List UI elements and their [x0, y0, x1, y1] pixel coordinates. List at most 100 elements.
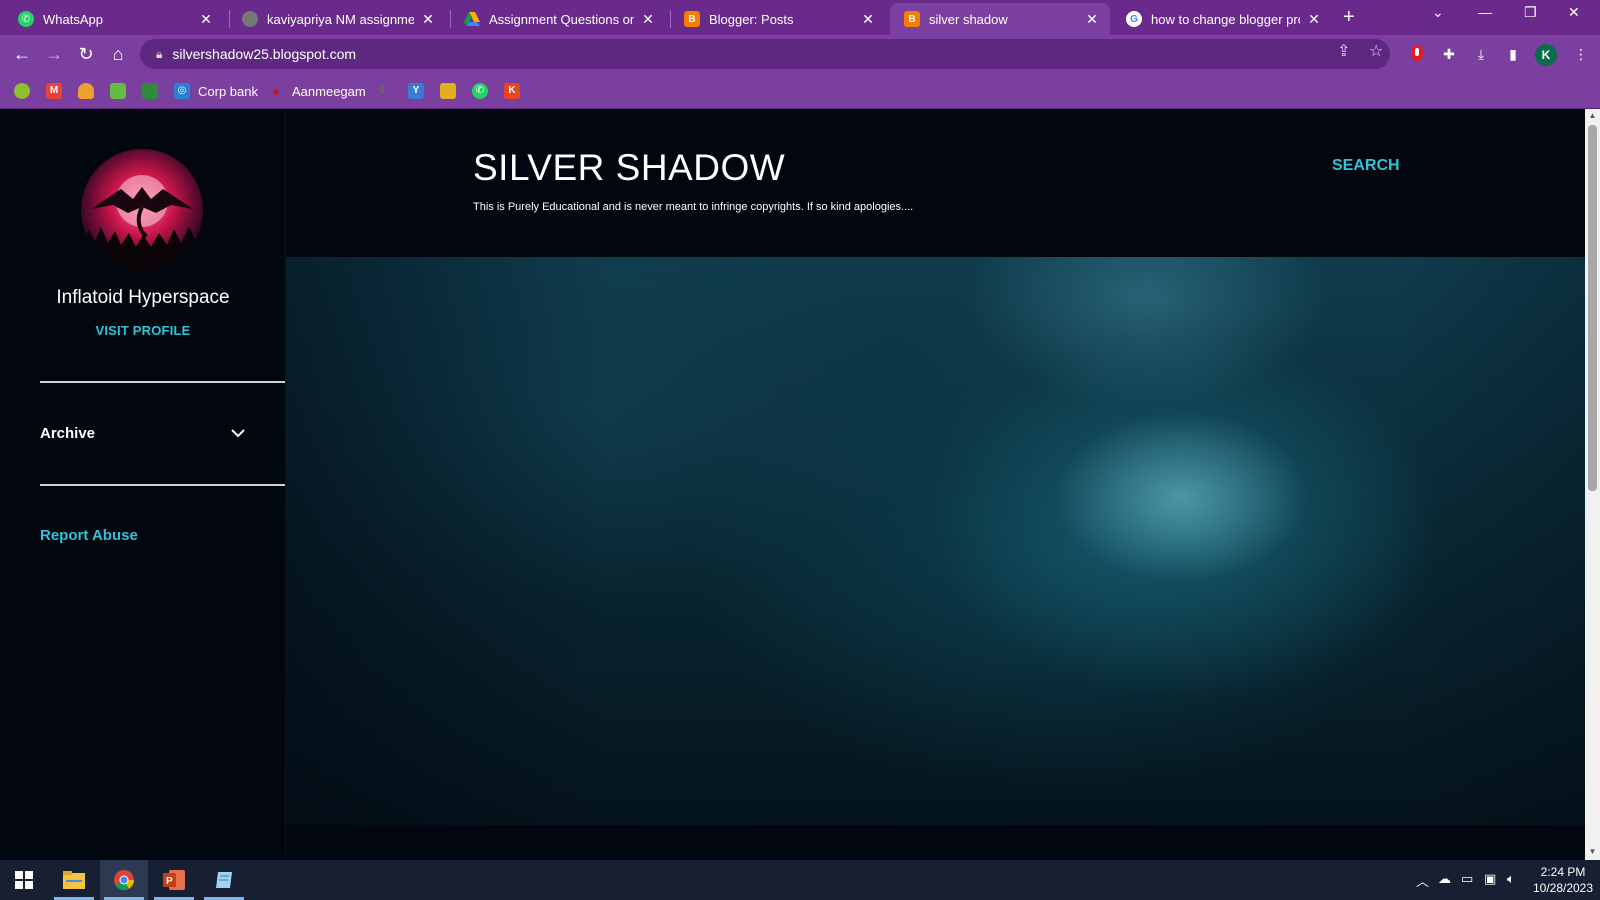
profile-avatar[interactable]: K: [1535, 44, 1557, 66]
bookmark-item[interactable]: [78, 81, 102, 101]
blogger-icon: B: [684, 11, 700, 27]
blog-page: Inflatoid Hyperspace VISIT PROFILE Archi…: [0, 109, 1585, 860]
bookmark-icon-4: [110, 83, 126, 99]
address-bar[interactable]: 🔒︎ silvershadow25.blogspot.com: [140, 39, 1390, 69]
tab-blogger-posts[interactable]: B Blogger: Posts ✕: [670, 3, 886, 35]
tab-how-to-change-blogger[interactable]: G how to change blogger profi ✕: [1112, 3, 1332, 35]
tab-assignment-questions[interactable]: Assignment Questions on Di ✕: [450, 3, 666, 35]
close-icon[interactable]: ✕: [860, 11, 876, 28]
scroll-down-arrow-icon[interactable]: ▼: [1585, 847, 1600, 856]
new-tab-button[interactable]: +: [1343, 6, 1355, 29]
archive-toggle[interactable]: Archive: [40, 425, 245, 442]
tab-title: Blogger: Posts: [709, 11, 794, 27]
taskbar-file-explorer[interactable]: [50, 860, 98, 900]
download-icon[interactable]: ⤓: [1471, 44, 1491, 64]
network-icon[interactable]: ▭: [1461, 871, 1473, 887]
bookmark-star-icon[interactable]: ☆: [1369, 41, 1383, 61]
page-scrollbar[interactable]: ▲ ▼: [1585, 109, 1600, 860]
hero-shade: [286, 257, 1585, 825]
close-icon[interactable]: ✕: [640, 11, 656, 28]
back-button[interactable]: ←: [10, 42, 34, 66]
url-text: silvershadow25.blogspot.com: [172, 46, 357, 62]
home-button[interactable]: ⌂: [106, 42, 130, 66]
bookmark-corp-bank[interactable]: ◎ Corp bank: [174, 81, 258, 101]
globe-icon: [242, 11, 258, 27]
bookmark-item[interactable]: M: [46, 81, 70, 101]
minimize-button[interactable]: —: [1478, 4, 1492, 20]
chrome-icon: [114, 870, 135, 891]
start-button[interactable]: [0, 860, 48, 900]
close-icon[interactable]: ✕: [1306, 11, 1322, 28]
bookmark-icon-9: Y: [408, 83, 424, 99]
tab-title: silver shadow: [929, 11, 1008, 27]
menu-kebab-icon[interactable]: ⋮: [1571, 44, 1591, 64]
sidebar-divider: [40, 484, 285, 486]
bookmark-icon-8: ☾: [379, 85, 389, 96]
bookmark-icon-1: [14, 83, 30, 99]
battery-icon[interactable]: ▣: [1484, 871, 1496, 887]
bookmark-icon-10: [440, 83, 456, 99]
extension-red-icon[interactable]: [1407, 44, 1427, 64]
bookmark-label: Aanmeegam: [292, 83, 366, 99]
aanmeegam-icon: ♦: [272, 83, 280, 99]
tab-title: Assignment Questions on Di: [489, 11, 634, 27]
clock-date: 10/28/2023: [1532, 881, 1594, 895]
close-icon[interactable]: ✕: [1084, 11, 1100, 28]
notepad-icon: [216, 872, 232, 888]
bookmark-icon-3: [78, 83, 94, 99]
bookmark-item[interactable]: ☾: [376, 81, 400, 101]
bookmark-item[interactable]: [110, 81, 134, 101]
tab-silver-shadow[interactable]: B silver shadow ✕: [890, 3, 1110, 35]
visit-profile-link[interactable]: VISIT PROFILE: [0, 323, 286, 338]
close-icon[interactable]: ✕: [420, 11, 436, 28]
chevron-down-icon: [231, 426, 245, 441]
bookmark-item[interactable]: Y: [408, 81, 432, 101]
taskbar-powerpoint[interactable]: P: [150, 860, 198, 900]
onedrive-cloud-icon[interactable]: ☁: [1438, 871, 1451, 887]
tab-search-chevron-icon[interactable]: ⌄: [1432, 4, 1444, 21]
scroll-up-arrow-icon[interactable]: ▲: [1585, 111, 1600, 120]
close-window-button[interactable]: ✕: [1568, 4, 1580, 21]
blog-title[interactable]: SILVER SHADOW: [473, 147, 785, 189]
taskbar-notepad[interactable]: [200, 860, 248, 900]
close-icon[interactable]: ✕: [198, 11, 214, 28]
search-button[interactable]: SEARCH: [1332, 157, 1400, 175]
file-explorer-icon: [63, 871, 85, 889]
clock-time: 2:24 PM: [1540, 865, 1586, 879]
taskbar-chrome[interactable]: [100, 860, 148, 900]
browser-tab-strip: ✆ WhatsApp ✕ kaviyapriya NM assignment c…: [0, 0, 1600, 35]
lock-icon[interactable]: 🔒︎: [156, 47, 162, 62]
tab-title: how to change blogger profi: [1151, 11, 1300, 27]
corp-bank-icon: ◎: [174, 83, 190, 99]
whatsapp-icon: ✆: [472, 83, 488, 99]
system-clock[interactable]: 2:24 PM 10/28/2023: [1530, 864, 1596, 896]
tab-kaviyapriya[interactable]: kaviyapriya NM assignment c ✕: [228, 3, 446, 35]
reload-button[interactable]: ↻: [74, 42, 98, 66]
tab-title: WhatsApp: [43, 11, 103, 27]
report-abuse-link[interactable]: Report Abuse: [40, 527, 138, 544]
share-icon[interactable]: ⇪: [1337, 41, 1350, 61]
bookmark-item[interactable]: [440, 81, 464, 101]
gmail-icon: M: [46, 83, 62, 99]
volume-icon[interactable]: 🔈︎: [1507, 871, 1515, 887]
bookmark-item[interactable]: ✆: [472, 81, 496, 101]
show-hidden-icons-chevron-icon[interactable]: ︿: [1416, 871, 1429, 890]
tab-whatsapp[interactable]: ✆ WhatsApp ✕: [4, 3, 224, 35]
side-panel-icon[interactable]: ▮: [1503, 44, 1523, 64]
windows-start-icon: [15, 871, 33, 889]
bookmark-aanmeegam[interactable]: ♦ Aanmeegam: [268, 81, 366, 101]
tab-title: kaviyapriya NM assignment c: [267, 11, 414, 27]
bookmark-item[interactable]: [14, 81, 38, 101]
restore-button[interactable]: ❐: [1524, 4, 1537, 21]
blog-header: SILVER SHADOW This is Purely Educational…: [286, 109, 1585, 257]
avatar[interactable]: [81, 149, 203, 271]
bookmark-icon-5: [142, 83, 158, 99]
google-icon: G: [1126, 11, 1142, 27]
extensions-puzzle-icon[interactable]: ✚: [1439, 44, 1459, 64]
bookmarks-bar: M ◎ Corp bank ♦ Aanmeegam ☾ Y ✆ K: [0, 73, 1600, 109]
bookmark-item[interactable]: K: [504, 81, 528, 101]
dragon-avatar-image: [81, 175, 203, 271]
forward-button[interactable]: →: [42, 42, 66, 66]
scrollbar-thumb[interactable]: [1588, 125, 1597, 491]
bookmark-item[interactable]: [142, 81, 166, 101]
